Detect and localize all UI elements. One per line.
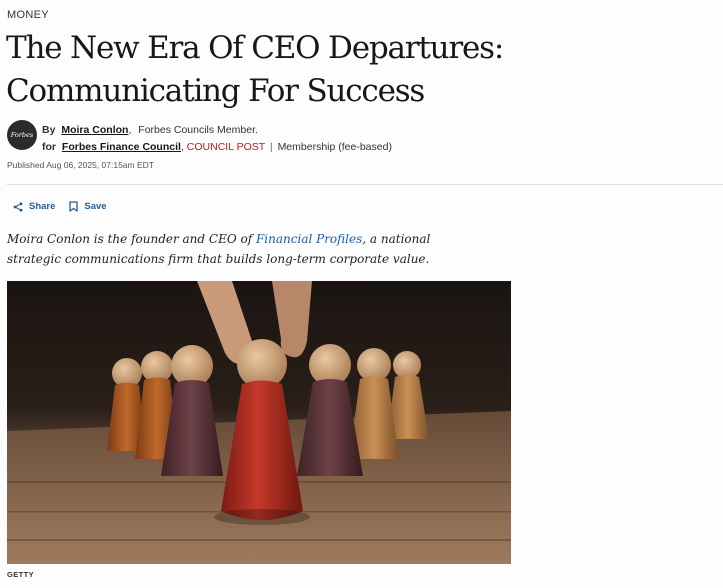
hero-image [7,281,511,564]
section-link[interactable]: MONEY [7,9,49,21]
save-button[interactable]: Save [69,201,107,212]
article-headline: The New Era Of CEO Departures: Communica… [6,30,504,109]
published-date: Published Aug 06, 2025, 07:15am EDT [7,160,154,170]
membership-label: Membership (fee-based) [277,141,392,153]
dek-text-before: Moira Conlon is the founder and CEO of [7,232,256,246]
byline-line-2: for Forbes Finance Council, COUNCIL POST… [42,141,392,153]
council-link[interactable]: Forbes Finance Council [62,141,181,153]
byline-separator: | [269,141,273,153]
save-label: Save [84,201,107,212]
author-avatar[interactable]: Forbes [7,120,37,150]
image-credit: GETTY [7,570,35,579]
byline-line-1: By Moira Conlon, Forbes Councils Member. [42,124,258,136]
wooden-figures-photo [7,281,511,564]
share-label: Share [29,201,56,212]
council-post-label: COUNCIL POST [186,141,265,153]
author-link[interactable]: Moira Conlon [61,124,128,136]
article-dek: Moira Conlon is the founder and CEO of F… [7,229,477,269]
bookmark-icon [69,201,79,212]
share-icon [13,201,23,212]
byline-for: for [42,141,56,153]
share-button[interactable]: Share [13,201,55,212]
article-actions: Share Save [13,201,107,212]
avatar-logo-text: Forbes [10,131,34,139]
member-label: Forbes Councils Member. [138,124,258,136]
byline: By Moira Conlon, Forbes Councils Member.… [42,122,392,156]
header-divider [7,184,723,185]
financial-profiles-link[interactable]: Financial Profiles [256,232,362,246]
byline-prefix: By [42,124,56,136]
